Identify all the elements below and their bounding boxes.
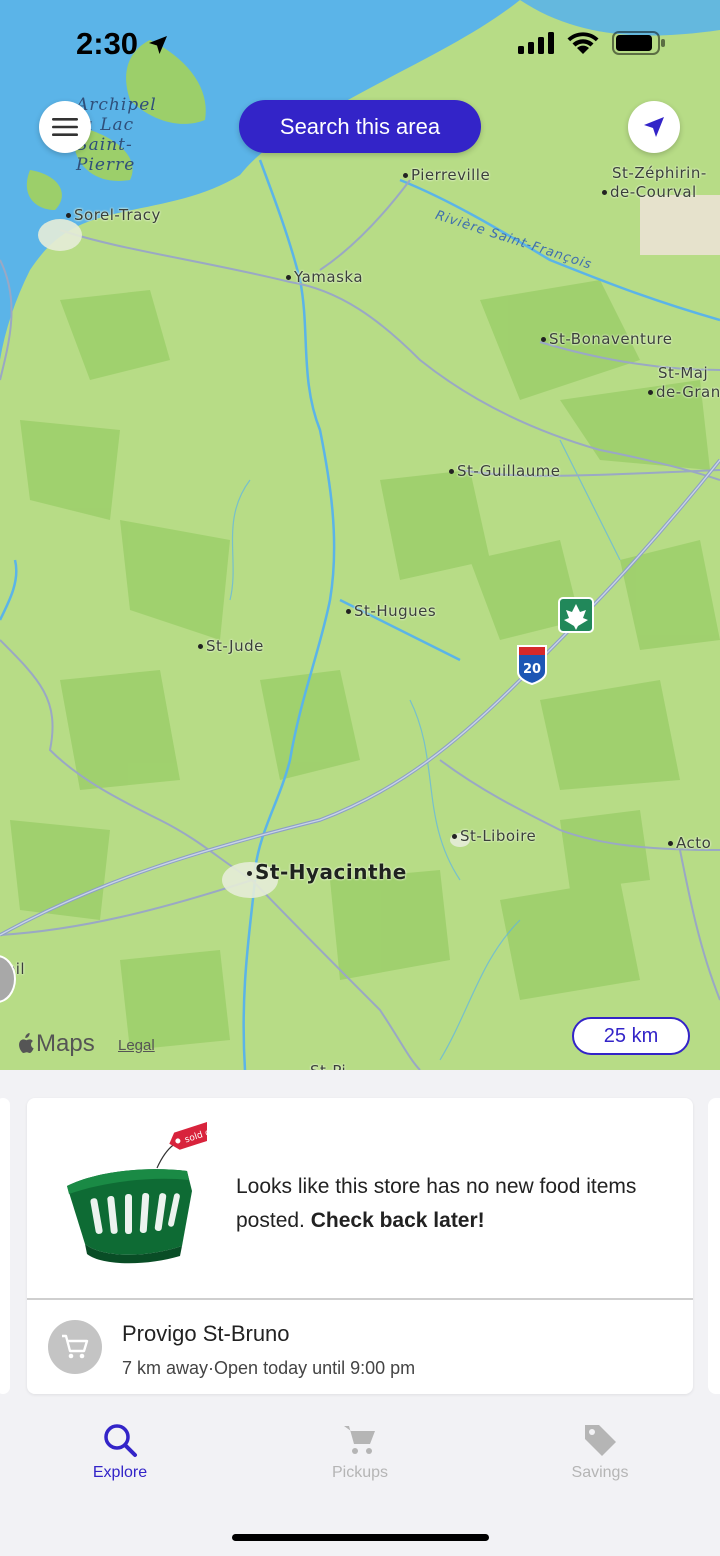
place-st-bonaventure[interactable]: St-Bonaventure: [541, 330, 673, 348]
tab-label: Explore: [92, 1464, 148, 1481]
shopping-cart-icon: [62, 1334, 89, 1359]
place-st-hugues[interactable]: St-Hugues: [346, 602, 436, 620]
search-this-area-button[interactable]: Search this area: [239, 100, 481, 153]
place-st-zephirin[interactable]: St-Zéphirin-de-Courval: [602, 164, 707, 202]
tab-savings[interactable]: Savings: [530, 1422, 670, 1482]
tab-label: Pickups: [331, 1464, 389, 1481]
status-time: 2:30: [76, 26, 169, 62]
place-pierreville[interactable]: Pierreville: [403, 166, 490, 184]
place-name: de-Gran: [656, 383, 720, 401]
cart-icon: [344, 1426, 375, 1454]
water-label-line: Pierre: [76, 155, 136, 175]
empty-basket-illustration: sold out: [67, 1117, 207, 1264]
place-name: St-Liboire: [460, 827, 537, 845]
locate-me-button[interactable]: [628, 101, 680, 153]
wifi-icon: [567, 32, 599, 54]
carousel-next-card[interactable]: [708, 1098, 720, 1394]
apple-maps-attribution[interactable]: Maps: [16, 1030, 95, 1058]
search-icon: [104, 1424, 137, 1457]
location-services-icon: [148, 36, 167, 54]
highway-number: 20: [523, 662, 541, 677]
rest-area-icon[interactable]: [558, 597, 594, 633]
bottom-tab-bar: Explore Pickups Savings: [0, 1400, 720, 1556]
store-distance: 7 km away: [122, 1358, 209, 1378]
message-emphasis: Check back later!: [310, 1209, 485, 1232]
place-name: de-Courval: [610, 183, 697, 201]
map-view[interactable]: 20 Archipel du Lac Saint- Pierre Rivière…: [0, 0, 720, 1070]
battery-icon: [612, 31, 665, 55]
apple-logo-icon: [19, 1033, 34, 1053]
store-avatar: [48, 1320, 102, 1374]
hamburger-icon: [52, 118, 78, 136]
store-card[interactable]: sold out Looks like this store has no ne…: [27, 1098, 693, 1394]
status-bar: 2:30: [0, 0, 720, 90]
place-name: Pierreville: [411, 166, 491, 184]
tag-icon: [585, 1425, 616, 1456]
place-sorel-tracy[interactable]: Sorel-Tracy: [66, 206, 161, 224]
menu-button[interactable]: [39, 101, 91, 153]
place-name: St-Maj: [658, 364, 709, 382]
legal-link[interactable]: Legal: [118, 1037, 155, 1054]
store-details: 7 km away·Open today until 9:00 pm: [122, 1358, 415, 1379]
carousel-prev-card[interactable]: [0, 1098, 10, 1394]
card-divider: [27, 1298, 693, 1300]
place-st-liboire[interactable]: St-Liboire: [452, 827, 536, 845]
place-edge-bottom[interactable]: St-Pi: [310, 1062, 346, 1070]
empty-store-message: Looks like this store has no new food it…: [236, 1170, 666, 1238]
place-st-guillaume[interactable]: St-Guillaume: [449, 462, 561, 480]
place-acton[interactable]: Acto: [668, 834, 711, 852]
maps-wordmark: Maps: [36, 1030, 95, 1057]
home-indicator[interactable]: [232, 1534, 489, 1541]
highway-20-shield: 20: [517, 645, 547, 686]
tab-label: Savings: [571, 1464, 629, 1481]
tab-pickups[interactable]: Pickups: [290, 1422, 430, 1482]
place-name: St-Guillaume: [457, 462, 561, 480]
place-name: St-Bonaventure: [549, 330, 673, 348]
place-name: Yamaska: [294, 268, 364, 286]
place-name: St-Zéphirin-: [612, 164, 707, 182]
place-st-jude[interactable]: St-Jude: [198, 637, 264, 655]
store-hours: Open today until 9:00 pm: [214, 1358, 416, 1378]
place-st-majorique[interactable]: St-Maj de-Gran: [648, 364, 720, 402]
place-name: St-Hugues: [354, 602, 437, 620]
place-name: St-Pi: [310, 1062, 346, 1070]
place-name: Acto: [676, 834, 712, 852]
place-name: St-Jude: [206, 637, 264, 655]
water-label-line: Archipel: [76, 95, 157, 115]
clock-text: 2:30: [76, 26, 139, 61]
place-st-hyacinthe[interactable]: St-Hyacinthe: [247, 860, 407, 884]
location-arrow-icon: [644, 117, 664, 137]
scale-indicator[interactable]: 25 km: [572, 1017, 690, 1055]
place-name: Sorel-Tracy: [74, 206, 161, 224]
cellular-signal-icon: [518, 32, 554, 54]
store-name: Provigo St-Bruno: [122, 1321, 290, 1346]
place-yamaska[interactable]: Yamaska: [286, 268, 363, 286]
place-name: St-Hyacinthe: [255, 860, 407, 884]
tab-explore[interactable]: Explore: [50, 1422, 190, 1482]
